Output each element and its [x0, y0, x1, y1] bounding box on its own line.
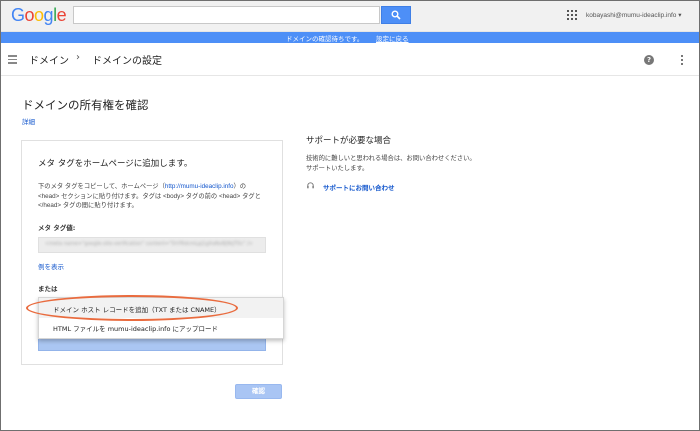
google-logo[interactable]: Google: [11, 5, 67, 26]
help-icon[interactable]: ?: [644, 55, 654, 65]
logo-letter: G: [11, 5, 25, 25]
menu-icon[interactable]: [8, 55, 17, 66]
notice-text: ドメインの確認待ちです。: [286, 36, 364, 43]
breadcrumb-domain-settings: ドメインの設定: [92, 56, 162, 67]
meta-tag-field[interactable]: <meta name="google-site-verification" co…: [38, 237, 266, 253]
breadcrumb-separator: ›: [76, 52, 80, 63]
search-icon: [391, 10, 401, 20]
highlight-annotation: [26, 295, 238, 321]
window: Google kobayashi@mumu-ideaclip.info ▾ ドメ…: [1, 1, 699, 430]
method-select[interactable]: [38, 338, 266, 351]
desc-text: 下のメタ タグをコピーして、ホームページ（: [38, 183, 165, 190]
top-bar: Google kobayashi@mumu-ideaclip.info ▾: [1, 1, 699, 32]
meta-tag-label: メタ タグ値:: [38, 224, 76, 232]
details-link[interactable]: 詳細: [22, 116, 35, 126]
back-to-settings-link[interactable]: 設定に戻る: [376, 33, 409, 43]
contact-support-link[interactable]: サポートにお問い合わせ: [323, 182, 395, 192]
support-title: サポートが必要な場合: [306, 136, 392, 146]
page-title: ドメインの所有権を確認: [22, 98, 149, 112]
page-header: ドメイン › ドメインの設定 ?: [1, 43, 699, 76]
logo-letter: o: [24, 5, 35, 25]
search-input[interactable]: [73, 6, 380, 24]
search-button[interactable]: [381, 6, 411, 24]
headset-icon: [307, 182, 314, 189]
logo-letter: g: [43, 5, 54, 25]
apps-grid-icon[interactable]: [567, 10, 577, 20]
breadcrumb-domain[interactable]: ドメイン: [29, 52, 69, 67]
or-label: または: [38, 285, 58, 293]
site-url-link[interactable]: http://mumu-ideaclip.info: [165, 183, 234, 190]
verify-button[interactable]: 確認: [235, 384, 282, 399]
show-example-link[interactable]: 例を表示: [38, 261, 64, 271]
card-title: メタ タグをホームページに追加します。: [38, 159, 193, 169]
support-description: 技術的に難しいと思われる場合は、お問い合わせください。サポートいたします。: [306, 155, 476, 172]
meta-tag-value: <meta name="google-site-verification" co…: [45, 241, 253, 247]
notice-bar: ドメインの確認待ちです。 設定に戻る: [1, 32, 699, 43]
logo-letter: o: [34, 5, 44, 25]
card-description: 下のメタ タグをコピーして、ホームページ（http://mumu-ideacli…: [38, 182, 268, 211]
menu-item-label: HTML ファイルを mumu-ideaclip.info にアップロード: [53, 325, 219, 333]
logo-letter: e: [56, 5, 67, 25]
account-menu[interactable]: kobayashi@mumu-ideaclip.info ▾: [586, 11, 682, 19]
more-vert-icon[interactable]: [681, 55, 683, 67]
